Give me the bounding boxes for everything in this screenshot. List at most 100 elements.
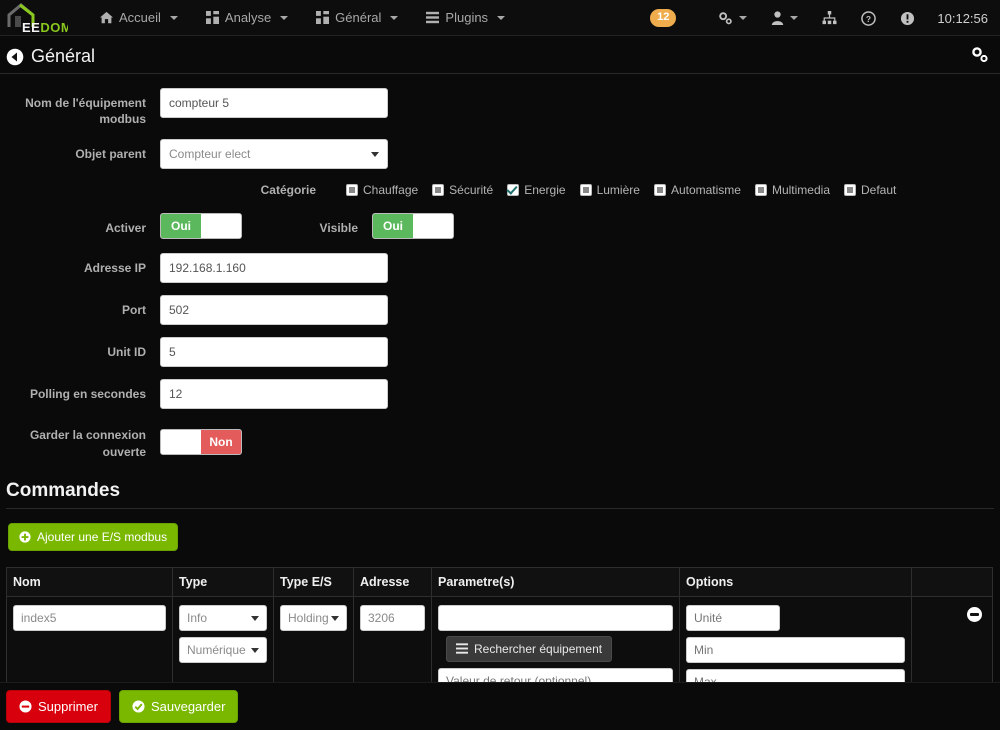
command-parameter-input[interactable]	[438, 604, 673, 631]
check-circle-icon	[132, 700, 145, 713]
port-input[interactable]	[160, 295, 388, 326]
ip-address-input[interactable]	[160, 253, 388, 284]
command-address-input[interactable]	[360, 604, 425, 631]
checkbox-label-automatisme: Automatisme	[670, 183, 741, 198]
nav-right-group: 12 ? 10:12:56	[650, 0, 1000, 36]
checkbox-box-automatisme	[653, 184, 666, 197]
checkbox-energie[interactable]: Energie	[507, 183, 566, 198]
checkbox-label-multimedia: Multimedia	[771, 183, 830, 198]
nav-info-circle-icon[interactable]	[888, 3, 927, 34]
plus-circle-icon	[19, 531, 31, 543]
field-row-port: Port	[0, 295, 1000, 326]
equipment-form: Nom de l'équipement modbus Objet parent …	[0, 74, 1000, 460]
activer-toggle[interactable]: Oui	[160, 213, 242, 240]
equipment-name-input[interactable]	[160, 88, 388, 118]
category-row: Catégorie Chauffage Sécurité Energie Lum…	[0, 183, 1000, 197]
label-visible: Visible	[319, 221, 358, 236]
nav-label-plugins: Plugins	[445, 10, 489, 25]
polling-input[interactable]	[160, 379, 388, 410]
nav-cogs-icon[interactable]	[706, 3, 759, 34]
add-modbus-io-button[interactable]: Ajouter une E/S modbus	[8, 522, 179, 551]
checkbox-defaut[interactable]: Defaut	[844, 183, 896, 197]
checkbox-label-lumiere: Lumière	[596, 183, 640, 198]
field-row-unitid: Unit ID	[0, 337, 1000, 368]
chevron-down-icon	[790, 16, 799, 20]
column-header-type-es: Type E/S	[273, 566, 354, 597]
checkbox-label-energie: Energie	[524, 183, 566, 198]
logo-text-dom: DOM	[40, 19, 68, 35]
checkbox-box-energie	[507, 184, 520, 197]
chevron-down-icon	[169, 15, 178, 20]
chevron-down-icon	[739, 16, 748, 20]
message-count-badge[interactable]: 12	[650, 9, 677, 27]
section-divider	[6, 507, 994, 509]
minus-circle-icon[interactable]	[967, 606, 982, 622]
nav-item-plugins[interactable]: Plugins	[412, 2, 519, 33]
home-icon	[100, 11, 113, 24]
command-type-select[interactable]: Info	[179, 604, 267, 631]
delete-button-label: Supprimer	[38, 699, 98, 714]
save-button[interactable]: Sauvegarder	[118, 690, 239, 723]
logo-text-ee: EE	[22, 19, 41, 35]
checkbox-box-multimedia	[754, 184, 767, 197]
nav-help-circle-icon[interactable]: ?	[849, 3, 888, 34]
parent-object-select[interactable]: Compteur elect	[160, 139, 388, 170]
nav-item-general[interactable]: Général	[302, 2, 412, 33]
command-io-type-select[interactable]: Holding	[280, 604, 347, 631]
commands-title: Commandes	[6, 479, 121, 501]
chevron-down-icon	[497, 15, 506, 20]
label-parent: Objet parent	[75, 147, 146, 162]
navbar-clock: 10:12:56	[937, 10, 988, 26]
command-name-input[interactable]	[13, 604, 166, 631]
row-keep-open: Garder la connexion ouverte Non	[0, 423, 1000, 459]
checkbox-automatisme[interactable]: Automatisme	[653, 183, 741, 198]
checkbox-box-lumiere	[579, 184, 592, 197]
delete-button[interactable]: Supprimer	[6, 690, 111, 723]
min-input[interactable]	[686, 636, 905, 663]
label-activer: Activer	[105, 221, 146, 236]
svg-text:?: ?	[866, 13, 871, 23]
chevron-down-icon	[371, 152, 379, 158]
checkbox-chauffage[interactable]: Chauffage	[346, 183, 418, 197]
chevron-down-icon	[280, 15, 289, 20]
unit-id-input[interactable]	[160, 337, 388, 368]
field-row-name: Nom de l'équipement modbus	[0, 88, 1000, 127]
checkbox-label-securite: Sécurité	[449, 183, 494, 198]
footer-action-bar: Supprimer Sauvegarder	[0, 682, 1000, 730]
visible-toggle-value: Oui	[373, 214, 413, 239]
checkbox-multimedia[interactable]: Multimedia	[754, 183, 830, 198]
label-port: Port	[122, 303, 146, 318]
category-checkbox-list: Chauffage Sécurité Energie Lumière Autom…	[346, 183, 910, 197]
label-keep-open: Garder la connexion ouverte	[29, 428, 146, 459]
column-header-type: Type	[172, 566, 274, 597]
checkbox-box-chauffage	[346, 184, 358, 197]
nav-label-accueil: Accueil	[119, 10, 161, 25]
command-subtype-select[interactable]: Numérique	[179, 636, 267, 663]
nav-label-general: Général	[335, 10, 382, 25]
search-equipment-button[interactable]: Rechercher équipement	[446, 635, 613, 662]
parent-object-value: Compteur elect	[169, 147, 251, 162]
jeedom-logo[interactable]: EEDOM	[0, 0, 68, 36]
nav-item-accueil[interactable]: Accueil	[86, 2, 192, 33]
nav-item-analyse[interactable]: Analyse	[192, 2, 302, 33]
table-header-row: Nom Type Type E/S Adresse Parametre(s) O…	[6, 566, 993, 597]
checkbox-lumiere[interactable]: Lumière	[579, 183, 640, 198]
logo-text: EEDOM	[22, 21, 68, 34]
keep-connection-open-toggle[interactable]: Non	[160, 428, 242, 455]
visible-toggle[interactable]: Oui	[372, 213, 454, 240]
page-config-cogs-icon[interactable]	[970, 45, 990, 70]
nav-label-analyse: Analyse	[224, 10, 272, 25]
checkbox-securite[interactable]: Sécurité	[432, 183, 493, 197]
column-header-actions	[911, 566, 993, 597]
keep-open-toggle-blank	[161, 429, 201, 454]
command-subtype-value: Numérique	[187, 642, 246, 657]
unit-input[interactable]	[686, 604, 780, 631]
column-header-parametres: Parametre(s)	[431, 566, 680, 597]
nav-user-icon[interactable]	[759, 3, 810, 33]
row-activer-visible: Activer Oui Visible Oui	[0, 213, 1000, 240]
chevron-down-icon	[251, 615, 259, 621]
column-header-adresse: Adresse	[353, 566, 432, 597]
arrow-circle-left-icon[interactable]	[6, 48, 24, 66]
chevron-down-icon	[390, 15, 399, 20]
nav-sitemap-icon[interactable]	[810, 3, 849, 33]
